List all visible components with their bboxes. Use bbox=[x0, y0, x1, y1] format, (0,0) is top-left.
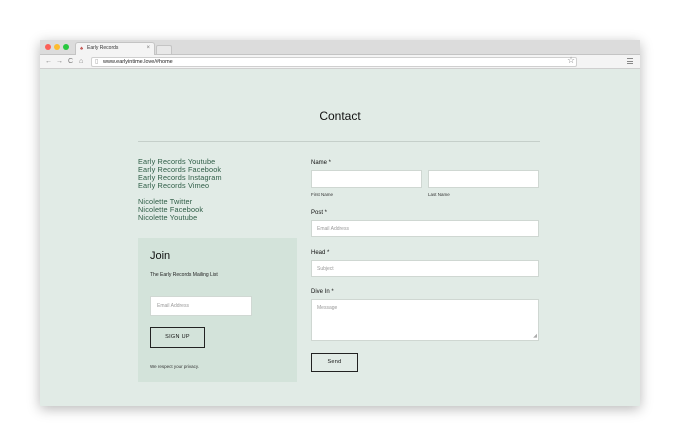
message-textarea[interactable]: Message ◢ bbox=[311, 299, 539, 341]
tab-bar: ♠ Early Records × bbox=[40, 40, 640, 55]
first-name-input[interactable] bbox=[311, 170, 422, 188]
bookmark-star-icon[interactable]: ☆ bbox=[567, 55, 575, 66]
message-placeholder: Message bbox=[317, 305, 338, 311]
join-email-placeholder: Email Address bbox=[157, 303, 189, 309]
name-label: Name * bbox=[311, 160, 332, 166]
last-name-input[interactable] bbox=[428, 170, 539, 188]
minimize-window-button[interactable] bbox=[54, 44, 60, 50]
send-label: Send bbox=[327, 359, 342, 365]
zoom-window-button[interactable] bbox=[63, 44, 69, 50]
sign-up-button[interactable]: SIGN UP bbox=[150, 327, 205, 348]
page-icon: ▯ bbox=[95, 59, 99, 65]
head-label: Head * bbox=[311, 250, 330, 256]
tab-early-records[interactable]: ♠ Early Records × bbox=[75, 42, 155, 55]
sign-up-label: SIGN UP bbox=[165, 334, 190, 340]
dive-in-label: Dive In * bbox=[311, 289, 334, 295]
email-field[interactable]: Email Address bbox=[311, 220, 539, 237]
social-links: Early Records Youtube Early Records Face… bbox=[138, 158, 222, 222]
subject-field[interactable]: Subject bbox=[311, 260, 539, 277]
tab-title: Early Records bbox=[87, 45, 119, 51]
page-content: Contact Early Records Youtube Early Reco… bbox=[40, 69, 640, 406]
subject-placeholder: Subject bbox=[317, 266, 334, 272]
forward-arrow-icon[interactable]: → bbox=[56, 57, 63, 66]
browser-toolbar: ← → C ⌂ ▯ www.earlyintime.love/#home ☆ bbox=[40, 55, 640, 69]
browser-window: ♠ Early Records × ← → C ⌂ ▯ www.earlyint… bbox=[40, 40, 640, 406]
page-title: Contact bbox=[319, 109, 361, 123]
back-arrow-icon[interactable]: ← bbox=[45, 57, 52, 66]
privacy-note: We respect your privacy. bbox=[150, 364, 200, 369]
divider bbox=[138, 141, 540, 142]
new-tab-button[interactable] bbox=[156, 45, 172, 54]
last-name-label: Last Name bbox=[428, 192, 450, 197]
post-label: Post * bbox=[311, 210, 328, 216]
email-placeholder: Email Address bbox=[317, 226, 349, 232]
reload-icon[interactable]: C bbox=[68, 57, 73, 66]
mailing-list-panel: Join The Early Records Mailing List Emai… bbox=[138, 238, 297, 382]
tab-close-icon[interactable]: × bbox=[146, 44, 150, 52]
close-window-button[interactable] bbox=[45, 44, 51, 50]
send-button[interactable]: Send bbox=[311, 353, 358, 372]
first-name-label: First Name bbox=[311, 192, 334, 197]
favicon-icon: ♠ bbox=[80, 46, 84, 52]
link-early-records-vimeo[interactable]: Early Records Vimeo bbox=[138, 182, 222, 190]
link-nicolette-youtube[interactable]: Nicolette Youtube bbox=[138, 214, 222, 222]
url-hash: #home bbox=[155, 59, 173, 65]
home-icon[interactable]: ⌂ bbox=[79, 57, 83, 66]
join-title: Join bbox=[150, 250, 171, 262]
join-email-input[interactable]: Email Address bbox=[150, 296, 252, 316]
resize-handle-icon[interactable]: ◢ bbox=[533, 334, 537, 339]
join-subtitle: The Early Records Mailing List bbox=[150, 272, 218, 278]
url-text: www.earlyintime.love/#home bbox=[103, 58, 173, 66]
menu-icon[interactable] bbox=[627, 58, 633, 64]
address-bar[interactable]: ▯ www.earlyintime.love/#home bbox=[91, 57, 577, 67]
url-host: www.earlyintime.love/ bbox=[103, 59, 156, 65]
